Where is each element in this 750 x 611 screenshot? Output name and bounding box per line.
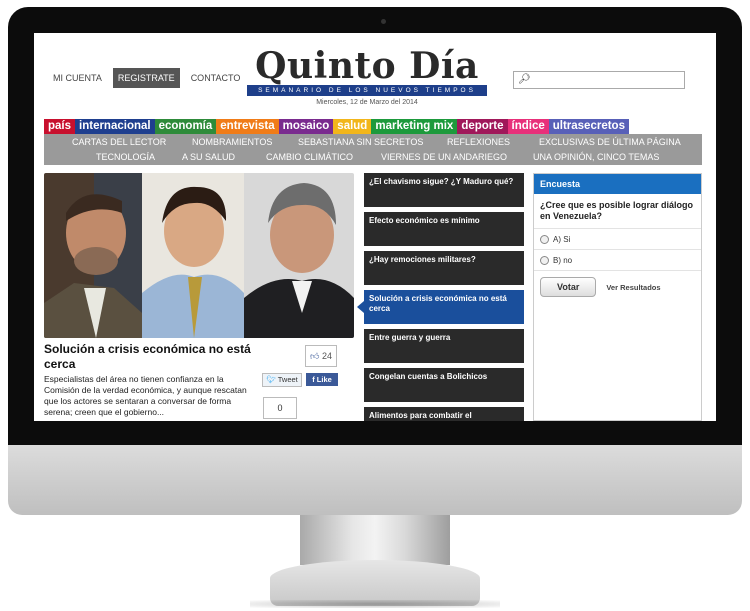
category-deporte[interactable]: deporte	[457, 119, 508, 134]
category-economia[interactable]: economía	[154, 119, 217, 134]
search-icon[interactable]: 🔎︎	[518, 74, 531, 85]
article-item[interactable]: ¿El chavismo sigue? ¿Y Maduro qué?	[364, 173, 524, 207]
monitor-chin	[8, 445, 742, 515]
search-input[interactable]: 🔎︎	[513, 71, 685, 89]
article-item-active[interactable]: Solución a crisis económica no está cerc…	[357, 290, 524, 324]
poll-option-b[interactable]: B) no	[534, 249, 701, 270]
facebook-like-button[interactable]: f Like	[306, 373, 338, 386]
subnav-cartas-del-lector[interactable]: CARTAS DEL LECTOR	[72, 137, 166, 147]
option-a-label: A) Si	[553, 234, 571, 244]
monitor-stand-neck	[300, 515, 450, 565]
category-internacional[interactable]: internacional	[75, 119, 155, 134]
subnav-tecnologia[interactable]: TECNOLOGÍA	[96, 152, 155, 162]
tweet-button[interactable]: 🐦︎ Tweet	[262, 373, 302, 387]
nav-contacto[interactable]: CONTACTO	[186, 68, 246, 88]
category-marketing-mix[interactable]: marketing mix	[371, 119, 458, 134]
article-item[interactable]: Congelan cuentas a Bolichicos	[364, 368, 524, 402]
poll-question: ¿Cree que es posible lograr diálogo en V…	[540, 200, 694, 221]
thumbs-up-icon: 👍︎	[310, 351, 320, 361]
article-item[interactable]: Alimentos para combatir el	[364, 407, 524, 421]
logo-title: Quinto Día	[255, 45, 479, 87]
section-subnav: CARTAS DEL LECTOR NOMBRAMIENTOS SEBASTIA…	[44, 134, 702, 165]
category-bar: país internacional economía entrevista m…	[44, 119, 702, 134]
poll-title: Encuesta	[534, 174, 701, 194]
subnav-una-opinion[interactable]: UNA OPINIÓN, CINCO TEMAS	[533, 152, 659, 162]
current-date: Miercoles, 12 de Marzo del 2014	[316, 99, 418, 106]
site-logo[interactable]: Quinto Día SEMANARIO DE LOS NUEVOS TIEMP…	[241, 47, 493, 106]
radio-option-b[interactable]	[540, 255, 549, 265]
nav-mi-cuenta[interactable]: MI CUENTA	[48, 68, 107, 88]
option-b-label: B) no	[553, 255, 573, 265]
nav-registrate[interactable]: REGISTRATE	[112, 68, 180, 88]
featured-headline[interactable]: Solución a crisis económica no está cerc…	[44, 342, 264, 372]
subnav-nombramientos[interactable]: NOMBRAMIENTOS	[192, 137, 272, 147]
subnav-cambio-climatico[interactable]: CAMBIO CLIMÁTICO	[266, 152, 353, 162]
category-mosaico[interactable]: mosaico	[278, 119, 334, 134]
tweet-label: Tweet	[277, 375, 298, 384]
like-count[interactable]: 👍︎ 24	[305, 345, 337, 367]
article-item[interactable]: Efecto económico es mínimo	[364, 212, 524, 246]
stand-shadow	[250, 600, 500, 608]
like-count-value: 24	[321, 351, 332, 361]
view-results-link[interactable]: Ver Resultados	[606, 283, 660, 292]
radio-option-a[interactable]	[540, 234, 549, 244]
subnav-exclusivas[interactable]: EXCLUSIVAS DE ÚLTIMA PÁGINA	[539, 137, 681, 147]
portrait-3	[244, 173, 354, 338]
category-ultrasecretos[interactable]: ultrasecretos	[548, 119, 629, 134]
facebook-icon: f	[312, 375, 315, 384]
category-indice[interactable]: índice	[507, 119, 549, 134]
logo-subtitle: SEMANARIO DE LOS NUEVOS TIEMPOS	[247, 85, 487, 96]
article-list: ¿El chavismo sigue? ¿Y Maduro qué? Efect…	[357, 173, 524, 421]
top-nav: MI CUENTA REGISTRATE CONTACTO	[48, 68, 245, 88]
twitter-icon: 🐦︎	[266, 375, 276, 384]
camera-icon	[381, 19, 386, 24]
featured-image[interactable]	[44, 173, 354, 338]
category-entrevista[interactable]: entrevista	[216, 119, 279, 134]
portrait-2	[142, 173, 244, 338]
poll-option-a[interactable]: A) Si	[534, 228, 701, 249]
share-counter: 0	[263, 397, 297, 419]
screen: MI CUENTA REGISTRATE CONTACTO Quinto Día…	[34, 33, 716, 421]
subnav-sebastiana[interactable]: SEBASTIANA SIN SECRETOS	[298, 137, 423, 147]
featured-summary: Especialistas del área no tienen confian…	[44, 374, 247, 417]
subnav-viernes[interactable]: VIERNES DE UN ANDARIEGO	[381, 152, 507, 162]
article-item[interactable]: ¿Hay remociones militares?	[364, 251, 524, 285]
article-item[interactable]: Entre guerra y guerra	[364, 329, 524, 363]
category-salud[interactable]: salud	[333, 119, 372, 134]
poll-actions: Votar Ver Resultados	[534, 270, 701, 303]
poll-widget: Encuesta ¿Cree que es posible lograr diá…	[533, 173, 702, 421]
vote-button[interactable]: Votar	[540, 277, 597, 297]
subnav-a-su-salud[interactable]: A SU SALUD	[182, 152, 235, 162]
subnav-reflexiones[interactable]: REFLEXIONES	[447, 137, 510, 147]
portrait-1	[44, 173, 142, 338]
category-pais[interactable]: país	[44, 119, 76, 134]
like-label: Like	[316, 375, 332, 384]
